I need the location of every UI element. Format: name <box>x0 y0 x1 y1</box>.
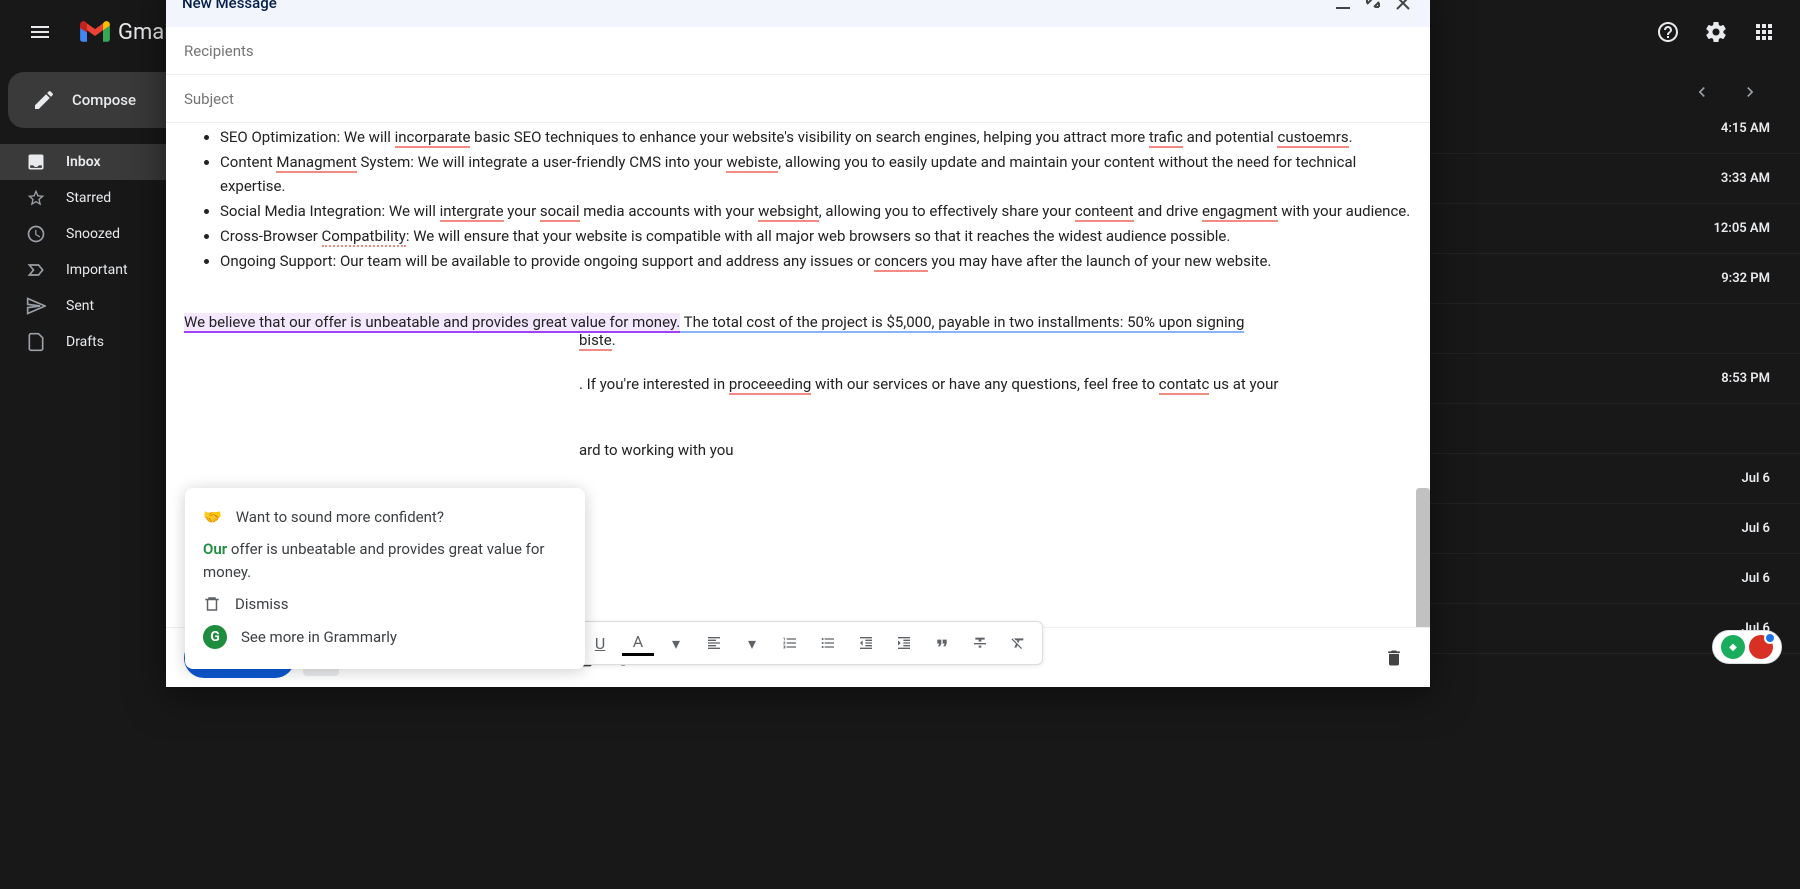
nav-label: Inbox <box>66 154 101 170</box>
body-paragraph: biste. <box>579 331 1412 349</box>
body-list-item: Social Media Integration: We will interg… <box>220 199 1412 223</box>
text-color-button[interactable]: A <box>622 630 654 656</box>
grammarly-icon: G <box>203 625 227 649</box>
mail-time: 9:32 PM <box>1721 271 1770 286</box>
body-paragraph: We believe that our offer is unbeatable … <box>184 313 1412 331</box>
subject-field[interactable] <box>166 75 1430 123</box>
gmail-logo[interactable]: Gmail <box>80 20 175 45</box>
body-list-item: Cross-Browser Compatbility: We will ensu… <box>220 224 1412 248</box>
grammarly-prompt: 🤝 Want to sound more confident? <box>203 502 567 532</box>
mail-time: 12:05 AM <box>1713 221 1770 236</box>
numbered-list-button[interactable] <box>774 627 806 659</box>
grammarly-badges[interactable]: ◆ <box>1712 630 1782 664</box>
recipients-field[interactable] <box>166 27 1430 75</box>
grammarly-badge-icon[interactable]: ◆ <box>1721 635 1745 659</box>
trash-icon <box>203 595 221 613</box>
menu-button[interactable] <box>16 8 64 56</box>
compose-title: New Message <box>182 0 277 12</box>
indent-more-button[interactable] <box>888 627 920 659</box>
grammarly-suggestion[interactable]: Our offer is unbeatable and provides gre… <box>203 532 567 589</box>
clear-format-button[interactable] <box>1002 627 1034 659</box>
prev-page-button[interactable] <box>1682 72 1722 112</box>
subject-input[interactable] <box>184 90 1412 108</box>
star-icon <box>26 188 46 208</box>
header-right <box>1648 12 1784 52</box>
fullscreen-icon[interactable] <box>1362 0 1384 14</box>
body-paragraph: ard to working with you <box>579 441 1412 459</box>
sent-icon <box>26 296 46 316</box>
mail-time: Jul 6 <box>1741 571 1770 586</box>
help-icon[interactable] <box>1648 12 1688 52</box>
grammarly-popup: 🤝 Want to sound more confident? Our offe… <box>185 488 585 669</box>
nav-label: Snoozed <box>66 226 120 242</box>
handshake-emoji: 🤝 <box>203 508 222 526</box>
important-icon <box>26 260 46 280</box>
nav-label: Starred <box>66 190 111 206</box>
mail-time: 4:15 AM <box>1721 121 1770 136</box>
mail-time: 3:33 AM <box>1721 171 1770 186</box>
scroll-thumb[interactable] <box>1416 488 1430 627</box>
grammarly-dismiss[interactable]: Dismiss <box>203 589 567 619</box>
compose-header: New Message <box>166 0 1430 27</box>
align-button[interactable] <box>698 627 730 659</box>
mail-time: Jul 6 <box>1741 521 1770 536</box>
strikethrough-button[interactable] <box>964 627 996 659</box>
body-paragraph: . If you're interested in proceeeding wi… <box>579 375 1412 393</box>
drafts-icon <box>26 332 46 352</box>
mail-time: Jul 6 <box>1741 471 1770 486</box>
mail-time: 8:53 PM <box>1721 371 1770 386</box>
compose-label: Compose <box>72 91 136 109</box>
underline-button[interactable]: U <box>584 627 616 659</box>
settings-icon[interactable] <box>1696 12 1736 52</box>
scrollbar[interactable] <box>1416 488 1430 627</box>
clock-icon <box>26 224 46 244</box>
next-page-button[interactable] <box>1730 72 1770 112</box>
nav-label: Drafts <box>66 334 104 350</box>
grammarly-error-badge[interactable] <box>1749 635 1773 659</box>
discard-button[interactable] <box>1376 640 1412 676</box>
recipients-input[interactable] <box>184 42 1412 60</box>
close-icon[interactable] <box>1392 0 1414 14</box>
body-list-item: SEO Optimization: We will incorparate ba… <box>220 125 1412 149</box>
bullet-list-button[interactable] <box>812 627 844 659</box>
pencil-icon <box>32 88 56 112</box>
inbox-icon <box>26 152 46 172</box>
indent-less-button[interactable] <box>850 627 882 659</box>
grammarly-see-more[interactable]: G See more in Grammarly <box>203 619 567 655</box>
body-list-item: Content Managment System: We will integr… <box>220 150 1412 198</box>
notification-dot <box>1764 632 1776 644</box>
apps-icon[interactable] <box>1744 12 1784 52</box>
dropdown-icon[interactable]: ▾ <box>660 627 692 659</box>
nav-label: Sent <box>66 298 94 314</box>
dropdown-icon[interactable]: ▾ <box>736 627 768 659</box>
quote-button[interactable] <box>926 627 958 659</box>
body-list-item: Ongoing Support: Our team will be availa… <box>220 249 1412 273</box>
nav-label: Important <box>66 262 128 278</box>
format-toolbar: U A ▾ ▾ <box>575 621 1043 665</box>
minimize-icon[interactable] <box>1332 0 1354 14</box>
